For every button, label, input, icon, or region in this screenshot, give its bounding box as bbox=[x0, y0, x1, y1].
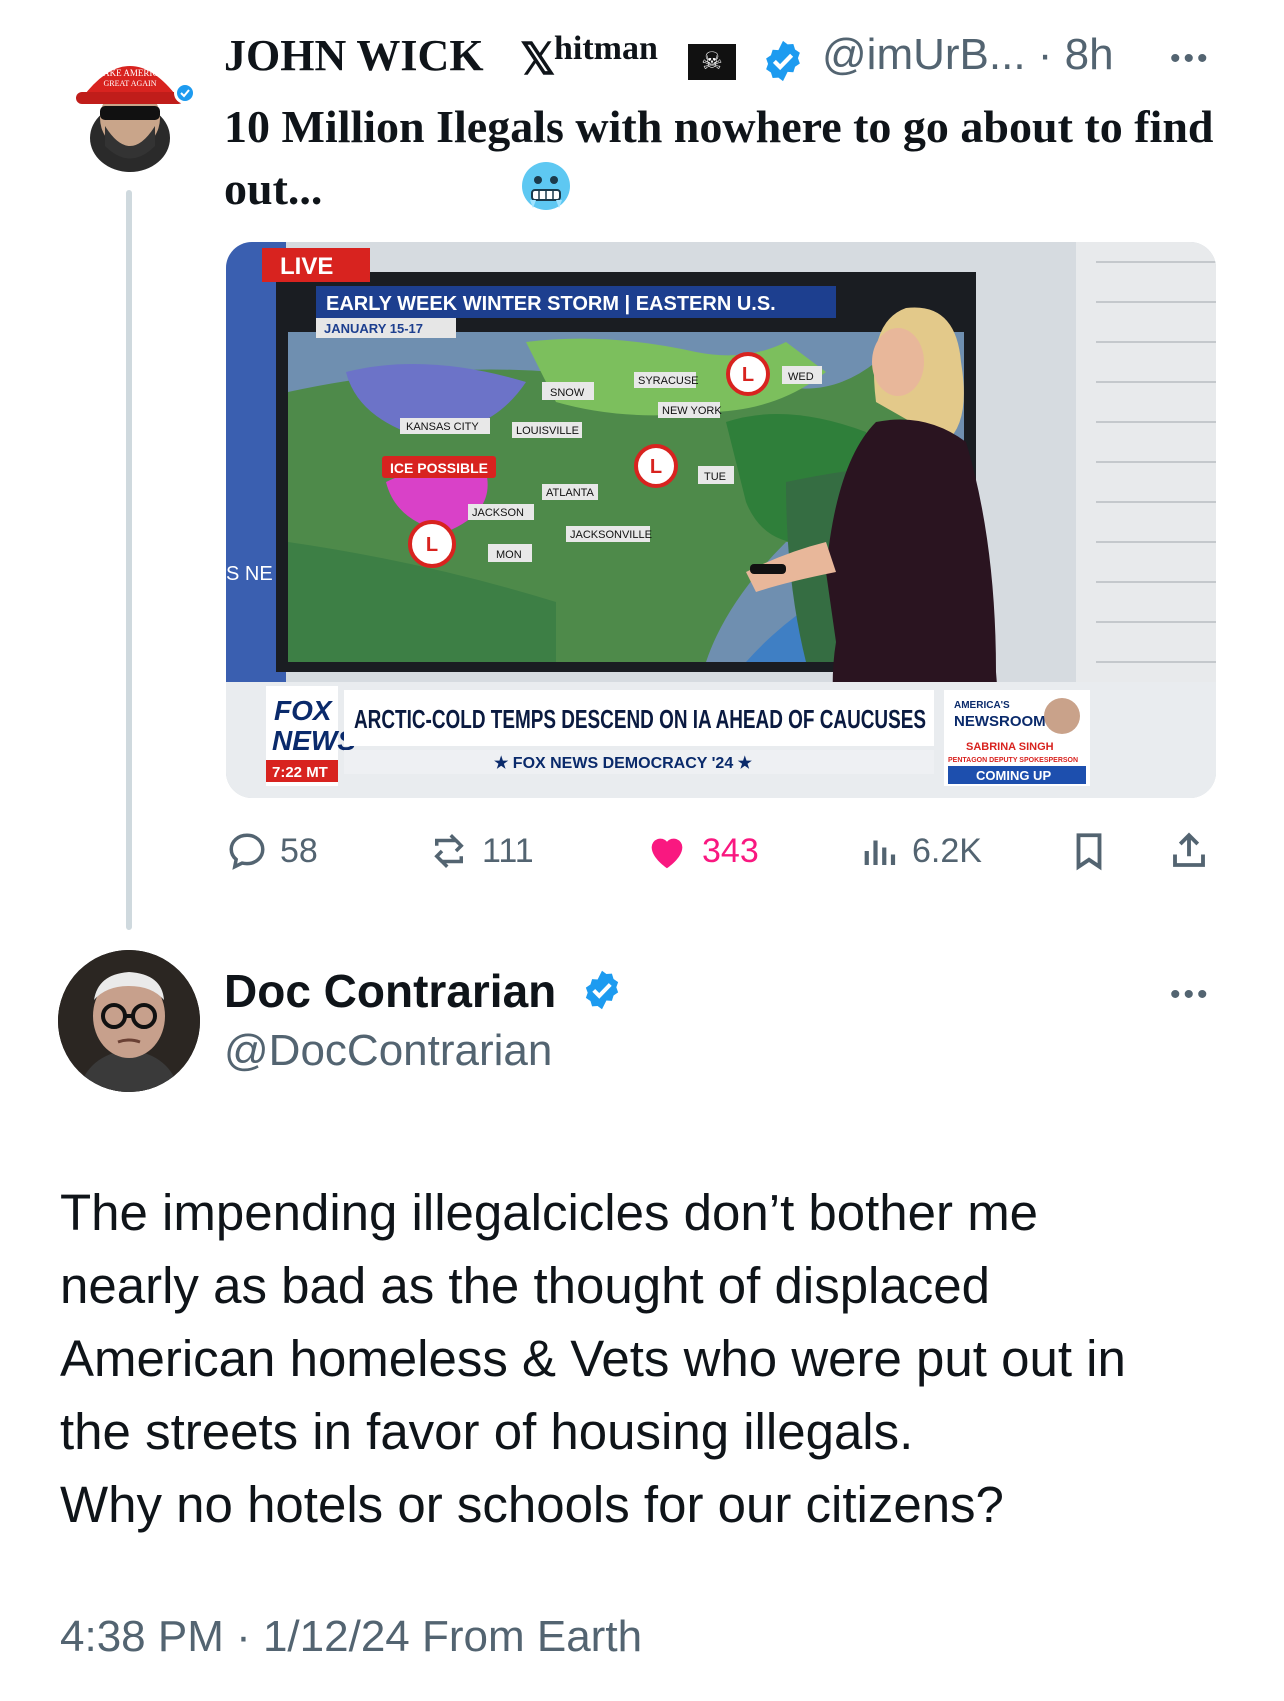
views-button[interactable]: 6.2K bbox=[858, 828, 982, 874]
views-count: 6.2K bbox=[912, 831, 982, 870]
label-syracuse: SYRACUSE bbox=[638, 375, 699, 387]
coming-up: COMING UP bbox=[976, 768, 1051, 783]
author-handle[interactable]: @DocContrarian bbox=[224, 1026, 552, 1076]
tweet-text: 10 Million Ilegals with nowhere to go ab… bbox=[224, 101, 1214, 214]
storm-title: EARLY WEEK WINTER STORM | EASTERN U.S. bbox=[326, 293, 776, 315]
author-name[interactable]: JOHN WICK bbox=[224, 30, 484, 81]
views-chart-icon bbox=[864, 840, 896, 865]
label-wed: WED bbox=[788, 371, 814, 383]
label-new-york: NEW YORK bbox=[662, 405, 722, 417]
more-options-button[interactable]: ••• bbox=[1170, 42, 1211, 76]
hat-text-2: GREAT AGAIN bbox=[104, 79, 157, 88]
reply-button[interactable]: 58 bbox=[226, 828, 318, 874]
verified-badge-icon bbox=[580, 968, 624, 1012]
tweet-text: The impending illegalcicles don’t bother… bbox=[60, 1184, 1126, 1533]
avatar-badge bbox=[174, 82, 196, 104]
broadcast-time: 7:22 MT bbox=[272, 764, 328, 781]
fox-logo-top: FOX bbox=[274, 695, 334, 726]
author-name[interactable]: Doc Contrarian bbox=[224, 964, 556, 1018]
label-atlanta: ATLANTA bbox=[546, 487, 595, 499]
storm-date: JANUARY 15-17 bbox=[324, 321, 423, 336]
avatar-doc-contrarian[interactable] bbox=[58, 950, 200, 1092]
tweet-media-image[interactable]: EARLY WEEK WINTER STORM | EASTERN U.S. J… bbox=[226, 242, 1216, 798]
share-icon bbox=[1173, 832, 1205, 867]
x-logo-glyph: 𝕏 bbox=[520, 35, 556, 84]
fox-logo-bottom: NEWS bbox=[272, 725, 356, 756]
guest-name: SABRINA SINGH bbox=[966, 741, 1054, 753]
repost-button[interactable]: 111 bbox=[428, 828, 534, 874]
bookmark-button[interactable] bbox=[1068, 828, 1122, 874]
label-kansas-city: KANSAS CITY bbox=[406, 421, 479, 433]
label-ice-possible: ICE POSSIBLE bbox=[390, 460, 488, 476]
tweet-timestamp[interactable]: 4:38 PM · 1/12/24 From Earth bbox=[60, 1612, 642, 1662]
headline: ARCTIC-COLD TEMPS DESCEND ON IA AHEAD OF… bbox=[354, 704, 926, 734]
label-snow: SNOW bbox=[550, 387, 585, 399]
like-count: 343 bbox=[702, 831, 759, 870]
thread-line bbox=[126, 190, 132, 930]
author-handle-time[interactable]: @imUrB... · 8h bbox=[822, 30, 1114, 80]
name-suffix: hitman bbox=[554, 30, 658, 67]
verified-badge-icon bbox=[760, 38, 806, 84]
repost-icon bbox=[434, 834, 464, 868]
side-text: S NE bbox=[226, 563, 273, 585]
label-jacksonville: JACKSONVILLE bbox=[570, 529, 652, 541]
hat-text-1: MAKE AMERICA bbox=[95, 68, 165, 78]
heart-icon bbox=[651, 838, 683, 869]
reply-count: 58 bbox=[280, 831, 318, 870]
repost-count: 111 bbox=[482, 831, 534, 870]
low-marker-tue: L bbox=[650, 456, 662, 478]
label-tue: TUE bbox=[704, 471, 726, 483]
live-badge: LIVE bbox=[280, 253, 333, 280]
reply-icon bbox=[229, 833, 265, 870]
ticker: ★ FOX NEWS DEMOCRACY '24 ★ bbox=[494, 755, 753, 772]
avatar-john-wick[interactable]: MAKE AMERICA GREAT AGAIN bbox=[60, 36, 200, 176]
guest-title: PENTAGON DEPUTY SPOKESPERSON bbox=[948, 757, 1078, 764]
pirate-flag-icon: ☠ bbox=[688, 44, 736, 80]
share-button[interactable] bbox=[1168, 828, 1222, 874]
more-options-button[interactable]: ••• bbox=[1170, 978, 1211, 1012]
bookmark-icon bbox=[1076, 833, 1102, 871]
show-name: NEWSROOM bbox=[954, 713, 1046, 730]
cold-face-icon bbox=[520, 160, 572, 212]
low-marker-wed: L bbox=[742, 364, 754, 386]
label-louisville: LOUISVILLE bbox=[516, 425, 579, 437]
label-jackson: JACKSON bbox=[472, 507, 524, 519]
like-button[interactable]: 343 bbox=[644, 828, 759, 874]
avatar-image: MAKE AMERICA GREAT AGAIN bbox=[60, 36, 200, 176]
broadcast-scene: EARLY WEEK WINTER STORM | EASTERN U.S. J… bbox=[226, 242, 1216, 798]
label-mon: MON bbox=[496, 549, 522, 561]
show-top: AMERICA'S bbox=[954, 700, 1010, 711]
low-marker-mon: L bbox=[426, 534, 438, 556]
avatar-image bbox=[58, 950, 200, 1092]
